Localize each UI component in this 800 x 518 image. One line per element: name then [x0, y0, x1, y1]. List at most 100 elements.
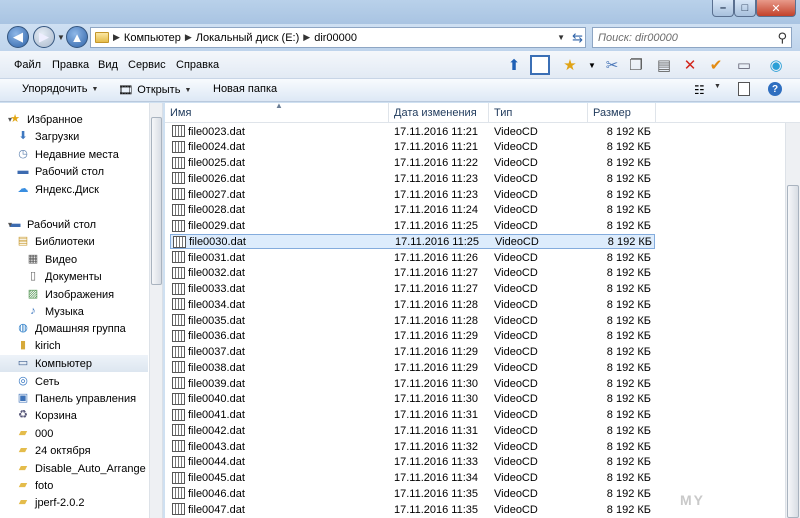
new-folder-button[interactable]: Новая папка [213, 83, 277, 95]
globe-icon[interactable]: ◉ [766, 55, 786, 75]
delete-icon[interactable]: ✕ [680, 55, 700, 75]
breadcrumb-separator-icon[interactable]: ▶ [113, 32, 120, 43]
minimize-button[interactable]: – [712, 0, 734, 17]
file-row[interactable]: file0042.dat 17.11.2016 11:31 VideoCD 8 192… [170, 423, 655, 438]
nav-item[interactable]: ▮ kirich [16, 337, 61, 354]
file-row[interactable]: file0027.dat 17.11.2016 11:23 VideoCD 8 192… [170, 187, 655, 202]
file-row[interactable]: file0032.dat 17.11.2016 11:27 VideoCD 8 192… [170, 266, 655, 281]
nav-item[interactable]: ▣ Панель управления [16, 390, 136, 407]
history-dropdown-button[interactable]: ▼ [56, 32, 66, 42]
nav-item[interactable]: ♪ Музыка [26, 303, 84, 320]
copy-icon[interactable]: ❐ [626, 55, 646, 75]
file-row[interactable]: file0035.dat 17.11.2016 11:28 VideoCD 8 192… [170, 313, 655, 328]
file-row[interactable]: file0040.dat 17.11.2016 11:30 VideoCD 8 192… [170, 392, 655, 407]
nav-item[interactable]: ◍ Домашняя группа [16, 320, 126, 337]
up-folder-icon[interactable]: ⬆ [504, 55, 524, 75]
breadcrumb-separator-icon[interactable]: ▶ [185, 32, 192, 43]
cut-icon[interactable]: ✂ [602, 55, 622, 75]
menu-file[interactable]: Файл [14, 59, 41, 71]
column-header-size[interactable]: Размер [588, 103, 656, 123]
nav-item[interactable]: ▤ Библиотеки [16, 233, 95, 250]
nav-item[interactable]: ▨ Изображения [26, 286, 114, 303]
file-row[interactable]: file0031.dat 17.11.2016 11:26 VideoCD 8 192… [170, 250, 655, 265]
nav-item[interactable]: ▰ 24 октября [16, 442, 91, 459]
file-list-scrollbar[interactable] [785, 123, 800, 518]
nav-scrollbar[interactable] [149, 103, 162, 518]
chevron-down-icon[interactable]: ▼ [714, 83, 721, 90]
file-row[interactable]: file0039.dat 17.11.2016 11:30 VideoCD 8 192… [170, 376, 655, 391]
checkmark-icon[interactable]: ✔ [706, 55, 726, 75]
preview-pane-icon[interactable] [530, 55, 550, 75]
nav-item[interactable]: ▾ ▬ Рабочий стол [8, 216, 96, 233]
file-row[interactable]: file0044.dat 17.11.2016 11:33 VideoCD 8 192… [170, 455, 655, 470]
nav-item[interactable]: ◷ Недавние места [16, 146, 119, 163]
file-row[interactable]: file0025.dat 17.11.2016 11:22 VideoCD 8 192… [170, 156, 655, 171]
properties-icon[interactable]: ▭ [734, 55, 754, 75]
column-header-type[interactable]: Тип [489, 103, 588, 123]
nav-item[interactable]: ▦ Видео [26, 251, 77, 268]
breadcrumb-separator-icon[interactable]: ▶ [303, 32, 310, 43]
file-row[interactable]: file0028.dat 17.11.2016 11:24 VideoCD 8 192… [170, 203, 655, 218]
file-row[interactable]: file0047.dat 17.11.2016 11:35 VideoCD 8 192… [170, 502, 655, 517]
organize-button[interactable]: Упорядочить ▼ [22, 83, 98, 95]
file-row[interactable]: file0037.dat 17.11.2016 11:29 VideoCD 8 192… [170, 345, 655, 360]
file-row[interactable]: file0041.dat 17.11.2016 11:31 VideoCD 8 192… [170, 408, 655, 423]
expand-triangle-icon[interactable]: ▾ [8, 115, 12, 124]
close-button[interactable]: ✕ [756, 0, 796, 17]
file-row[interactable]: file0029.dat 17.11.2016 11:25 VideoCD 8 192… [170, 219, 655, 234]
address-bar[interactable]: ▶ Компьютер ▶ Локальный диск (E:) ▶ dir0… [90, 27, 586, 48]
file-row[interactable]: file0038.dat 17.11.2016 11:29 VideoCD 8 192… [170, 360, 655, 375]
menu-help[interactable]: Справка [176, 59, 219, 71]
nav-item[interactable]: ▰ Disable_Auto_Arrange [16, 460, 146, 477]
nav-item[interactable]: ▰ foto [16, 477, 54, 494]
nav-item[interactable]: ▰ jperf-2.0.2 [16, 494, 85, 511]
file-list-scrollbar-thumb[interactable] [787, 185, 799, 518]
nav-scrollbar-thumb[interactable] [151, 117, 162, 285]
preview-pane-toggle-icon[interactable] [738, 82, 750, 96]
chevron-down-icon[interactable]: ▼ [582, 55, 602, 75]
file-row[interactable]: file0046.dat 17.11.2016 11:35 VideoCD 8 192… [170, 486, 655, 501]
maximize-button[interactable]: □ [734, 0, 756, 17]
nav-item[interactable]: ☁ Яндекс.Диск [16, 181, 99, 198]
nav-item[interactable]: ▾ ★ Избранное [8, 111, 83, 128]
expand-triangle-icon[interactable]: ▾ [8, 220, 12, 229]
nav-item[interactable]: ◎ Сеть [16, 373, 59, 390]
search-icon[interactable]: ⚲ [777, 30, 787, 46]
nav-item[interactable]: ▭ Компьютер [0, 355, 148, 372]
search-input[interactable]: Поиск: dir00000 ⚲ [592, 27, 792, 48]
nav-item[interactable]: ♻ Корзина [16, 407, 77, 424]
file-size: 8 192 КБ [606, 377, 651, 390]
refresh-icon[interactable]: ⇆ [572, 30, 583, 46]
nav-item[interactable]: ⬇ Загрузки [16, 128, 79, 145]
file-row[interactable]: file0026.dat 17.11.2016 11:23 VideoCD 8 192… [170, 171, 655, 186]
breadcrumb-folder[interactable]: dir00000 [314, 32, 357, 44]
breadcrumb-computer[interactable]: Компьютер [124, 32, 181, 44]
up-button[interactable]: ▲ [66, 26, 88, 48]
open-button[interactable]: 🎞 Открыть ▼ [118, 83, 191, 97]
menu-edit[interactable]: Правка [52, 59, 89, 71]
video-file-icon [172, 440, 185, 452]
breadcrumb-drive[interactable]: Локальный диск (E:) [196, 32, 300, 44]
help-icon[interactable]: ? [768, 82, 782, 96]
file-row[interactable]: file0034.dat 17.11.2016 11:28 VideoCD 8 192… [170, 297, 655, 312]
nav-item[interactable]: ▯ Документы [26, 268, 102, 285]
change-view-icon[interactable]: ☷ [694, 83, 705, 97]
folder-options-icon[interactable]: ★ [560, 55, 580, 75]
nav-item[interactable]: ▰ 000 [16, 425, 54, 442]
chevron-down-icon[interactable]: ▼ [557, 33, 565, 42]
file-row[interactable]: file0030.dat 17.11.2016 11:25 VideoCD 8 192… [170, 234, 655, 250]
forward-button[interactable]: ▶ [33, 26, 55, 48]
column-header-name[interactable]: Имя ▲ [165, 103, 389, 123]
file-row[interactable]: file0023.dat 17.11.2016 11:21 VideoCD 8 192… [170, 124, 655, 139]
file-row[interactable]: file0033.dat 17.11.2016 11:27 VideoCD 8 192… [170, 282, 655, 297]
menu-tools[interactable]: Сервис [128, 59, 166, 71]
menu-view[interactable]: Вид [98, 59, 118, 71]
column-header-date[interactable]: Дата изменения [389, 103, 489, 123]
file-row[interactable]: file0043.dat 17.11.2016 11:32 VideoCD 8 192… [170, 439, 655, 454]
paste-icon[interactable]: ▤ [654, 55, 674, 75]
back-button[interactable]: ◀ [7, 26, 29, 48]
file-row[interactable]: file0045.dat 17.11.2016 11:34 VideoCD 8 192… [170, 471, 655, 486]
nav-item[interactable]: ▬ Рабочий стол [16, 163, 105, 180]
file-row[interactable]: file0036.dat 17.11.2016 11:29 VideoCD 8 192… [170, 329, 655, 344]
file-row[interactable]: file0024.dat 17.11.2016 11:21 VideoCD 8 192… [170, 140, 655, 155]
